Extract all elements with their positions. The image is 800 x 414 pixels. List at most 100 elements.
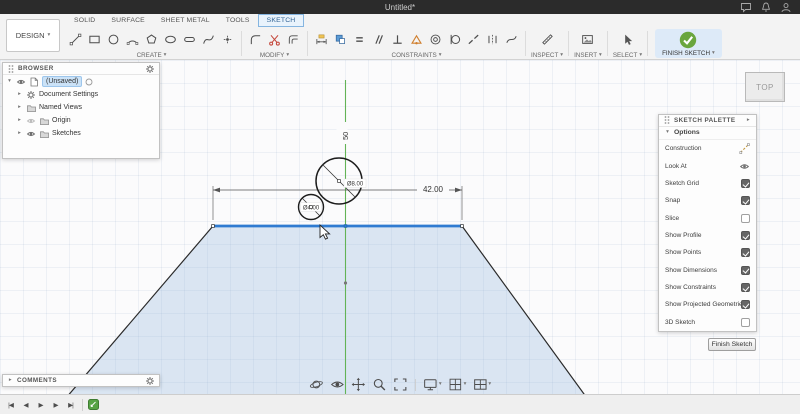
panel-settings-gear-icon[interactable] bbox=[145, 376, 155, 386]
fillet-tool-icon[interactable] bbox=[247, 31, 264, 48]
tab-tools[interactable]: TOOLS bbox=[218, 14, 258, 27]
create-dropdown[interactable]: CREATE ▾ bbox=[137, 51, 167, 60]
visibility-eye-icon[interactable] bbox=[26, 116, 36, 126]
symmetry-constraint-icon[interactable] bbox=[484, 31, 501, 48]
point-tool-icon[interactable] bbox=[219, 31, 236, 48]
insert-image-icon[interactable] bbox=[579, 31, 596, 48]
select-cursor-icon[interactable] bbox=[619, 31, 636, 48]
curvature-constraint-icon[interactable] bbox=[503, 31, 520, 48]
arc-tool-icon[interactable] bbox=[124, 31, 141, 48]
palette-item-construction[interactable]: Construction bbox=[659, 140, 756, 157]
display-settings-button[interactable]: ▾ bbox=[422, 376, 443, 393]
timeline-step-forward-button[interactable]: ▶ bbox=[49, 398, 62, 412]
coincident-constraint-icon[interactable] bbox=[332, 31, 349, 48]
fit-button[interactable] bbox=[392, 376, 409, 393]
grid-and-snaps-button[interactable]: ▾ bbox=[447, 376, 468, 393]
model-canvas[interactable]: 42.00 50 Ø8.00 Ø4.00 bbox=[0, 60, 800, 394]
sketch-dimension-icon[interactable] bbox=[313, 31, 330, 48]
midpoint-constraint-icon[interactable] bbox=[408, 31, 425, 48]
dock-arrow-icon[interactable]: ▸ bbox=[745, 118, 752, 124]
expand-caret-icon[interactable]: ▸ bbox=[16, 105, 23, 111]
browser-item-named-views[interactable]: ▸ Named Views bbox=[3, 101, 159, 114]
palette-item-show-projected-geometries[interactable]: Show Projected Geometries bbox=[659, 296, 756, 313]
palette-item-show-points[interactable]: Show Points bbox=[659, 244, 756, 261]
palette-item-show-constraints[interactable]: Show Constraints bbox=[659, 279, 756, 296]
visibility-eye-icon[interactable] bbox=[26, 129, 36, 139]
parallel-constraint-icon[interactable] bbox=[370, 31, 387, 48]
view-cube[interactable]: TOP bbox=[742, 68, 788, 106]
zoom-button[interactable] bbox=[371, 376, 388, 393]
checkbox[interactable] bbox=[741, 248, 750, 257]
constraints-dropdown[interactable]: CONSTRAINTS ▾ bbox=[392, 51, 442, 60]
tab-solid[interactable]: SOLID bbox=[66, 14, 103, 27]
timeline-step-back-button[interactable]: ◀ bbox=[19, 398, 32, 412]
checkbox[interactable] bbox=[741, 196, 750, 205]
expand-caret-icon[interactable]: ▸ bbox=[16, 92, 23, 98]
concentric-constraint-icon[interactable] bbox=[427, 31, 444, 48]
spline-tool-icon[interactable] bbox=[200, 31, 217, 48]
checkbox[interactable] bbox=[741, 318, 750, 327]
ellipse-tool-icon[interactable] bbox=[162, 31, 179, 48]
circle-tool-icon[interactable] bbox=[105, 31, 122, 48]
palette-header[interactable]: SKETCH PALETTE ▸ bbox=[659, 115, 756, 127]
expand-caret-icon[interactable]: ▸ bbox=[16, 118, 23, 124]
checkbox[interactable] bbox=[741, 283, 750, 292]
rectangle-tool-icon[interactable] bbox=[86, 31, 103, 48]
inspect-dropdown[interactable]: INSPECT ▾ bbox=[531, 51, 563, 60]
browser-header[interactable]: BROWSER bbox=[3, 63, 159, 75]
trim-scissors-icon[interactable] bbox=[266, 31, 283, 48]
line-tool-icon[interactable] bbox=[67, 31, 84, 48]
comments-header[interactable]: ▸ COMMENTS bbox=[3, 375, 159, 386]
checkbox[interactable] bbox=[741, 179, 750, 188]
expand-caret-icon[interactable]: ▸ bbox=[16, 131, 23, 137]
modify-dropdown[interactable]: MODIFY ▾ bbox=[260, 51, 289, 60]
measure-tool-icon[interactable] bbox=[539, 31, 556, 48]
checkbox[interactable] bbox=[741, 231, 750, 240]
browser-item-sketches[interactable]: ▸ Sketches bbox=[3, 127, 159, 140]
timeline-sketch-feature[interactable] bbox=[88, 399, 99, 410]
palette-item-3d-sketch[interactable]: 3D Sketch bbox=[659, 314, 756, 331]
tab-surface[interactable]: SURFACE bbox=[103, 14, 153, 27]
palette-item-show-dimensions[interactable]: Show Dimensions bbox=[659, 261, 756, 278]
checkbox[interactable] bbox=[741, 300, 750, 309]
finish-sketch-ribbon-button[interactable]: FINISH SKETCH ▾ bbox=[655, 29, 722, 58]
visibility-eye-icon[interactable] bbox=[16, 77, 26, 87]
orbit-button[interactable] bbox=[308, 376, 325, 393]
expand-caret-icon[interactable]: ▸ bbox=[7, 378, 14, 384]
browser-item-document-settings[interactable]: ▸ Document Settings bbox=[3, 88, 159, 101]
browser-root-row[interactable]: ▾ (Unsaved) bbox=[3, 75, 159, 88]
options-section-header[interactable]: ▾ Options bbox=[659, 127, 756, 140]
palette-item-sketch-grid[interactable]: Sketch Grid bbox=[659, 175, 756, 192]
palette-item-show-profile[interactable]: Show Profile bbox=[659, 227, 756, 244]
equal-constraint-icon[interactable] bbox=[351, 31, 368, 48]
perpendicular-constraint-icon[interactable] bbox=[389, 31, 406, 48]
select-dropdown[interactable]: SELECT ▾ bbox=[613, 51, 642, 60]
timeline-skip-start-button[interactable]: |◀ bbox=[4, 398, 17, 412]
finish-sketch-button[interactable]: Finish Sketch bbox=[708, 338, 756, 351]
document-name[interactable]: (Unsaved) bbox=[42, 76, 82, 87]
user-profile-icon[interactable] bbox=[780, 2, 792, 13]
look-at-icon[interactable] bbox=[739, 161, 750, 172]
comment-icon[interactable] bbox=[740, 2, 752, 13]
offset-tool-icon[interactable] bbox=[285, 31, 302, 48]
workspace-switcher-button[interactable]: DESIGN ▾ bbox=[6, 19, 60, 52]
palette-item-look-at[interactable]: Look At bbox=[659, 157, 756, 174]
checkbox[interactable] bbox=[741, 214, 750, 223]
notification-bell-icon[interactable] bbox=[760, 2, 772, 13]
view-cube-face[interactable]: TOP bbox=[745, 72, 785, 102]
timeline-play-button[interactable]: ▶ bbox=[34, 398, 47, 412]
checkbox[interactable] bbox=[741, 266, 750, 275]
browser-item-origin[interactable]: ▸ Origin bbox=[3, 114, 159, 127]
palette-item-slice[interactable]: Slice bbox=[659, 209, 756, 226]
tab-sketch[interactable]: SKETCH bbox=[258, 14, 305, 27]
palette-item-snap[interactable]: Snap bbox=[659, 192, 756, 209]
tangent-constraint-icon[interactable] bbox=[446, 31, 463, 48]
pan-button[interactable] bbox=[350, 376, 367, 393]
look-at-button[interactable] bbox=[329, 376, 346, 393]
viewports-button[interactable]: ▾ bbox=[471, 376, 492, 393]
timeline-skip-end-button[interactable]: ▶| bbox=[64, 398, 77, 412]
polygon-tool-icon[interactable] bbox=[143, 31, 160, 48]
tab-sheet-metal[interactable]: SHEET METAL bbox=[153, 14, 218, 27]
expand-caret-icon[interactable]: ▾ bbox=[6, 79, 13, 85]
panel-settings-gear-icon[interactable] bbox=[145, 64, 155, 74]
